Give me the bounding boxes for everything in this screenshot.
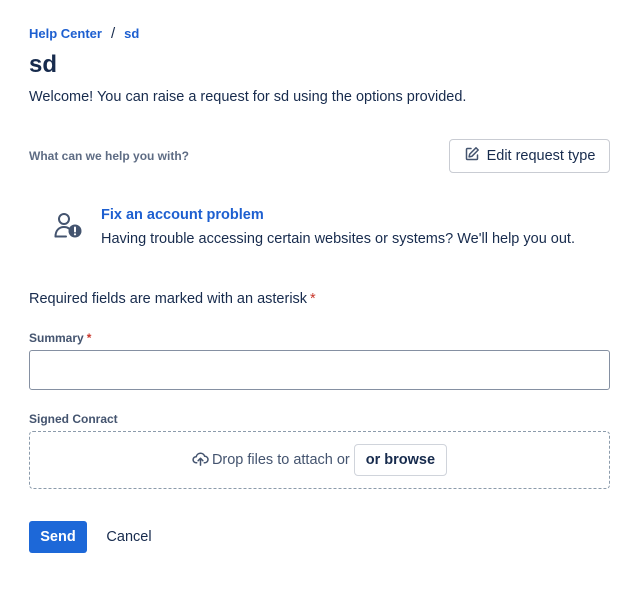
breadcrumb-separator: / bbox=[110, 25, 116, 42]
edit-icon bbox=[464, 146, 480, 166]
file-dropzone[interactable]: Drop files to attach or or browse bbox=[29, 431, 610, 489]
summary-label-text: Summary bbox=[29, 331, 84, 345]
required-asterisk: * bbox=[310, 291, 316, 307]
user-warning-icon bbox=[53, 211, 85, 241]
browse-button[interactable]: or browse bbox=[353, 444, 448, 476]
signed-contract-label: Signed Conract bbox=[29, 412, 118, 426]
cancel-button[interactable]: Cancel bbox=[96, 521, 162, 553]
request-type-label: What can we help you with? bbox=[29, 149, 190, 163]
drop-files-text: Drop files to attach or bbox=[211, 452, 350, 468]
breadcrumb-current-link[interactable]: sd bbox=[124, 26, 139, 41]
breadcrumb-help-center-link[interactable]: Help Center bbox=[29, 26, 102, 41]
summary-input[interactable] bbox=[29, 350, 610, 390]
breadcrumb: Help Center / sd bbox=[29, 25, 139, 42]
page-title: sd bbox=[29, 51, 58, 78]
request-type-title-link[interactable]: Fix an account problem bbox=[101, 207, 264, 223]
welcome-text: Welcome! You can raise a request for sd … bbox=[29, 89, 467, 105]
required-fields-note: Required fields are marked with an aster… bbox=[29, 291, 316, 307]
edit-request-type-button[interactable]: Edit request type bbox=[449, 139, 610, 173]
request-type-description: Having trouble accessing certain website… bbox=[101, 231, 575, 247]
required-note-text: Required fields are marked with an aster… bbox=[29, 291, 308, 307]
summary-label: Summary * bbox=[29, 331, 91, 345]
cloud-upload-icon bbox=[192, 450, 212, 471]
summary-required-asterisk: * bbox=[86, 331, 92, 345]
send-button[interactable]: Send bbox=[29, 521, 87, 553]
edit-request-type-label: Edit request type bbox=[486, 148, 596, 164]
